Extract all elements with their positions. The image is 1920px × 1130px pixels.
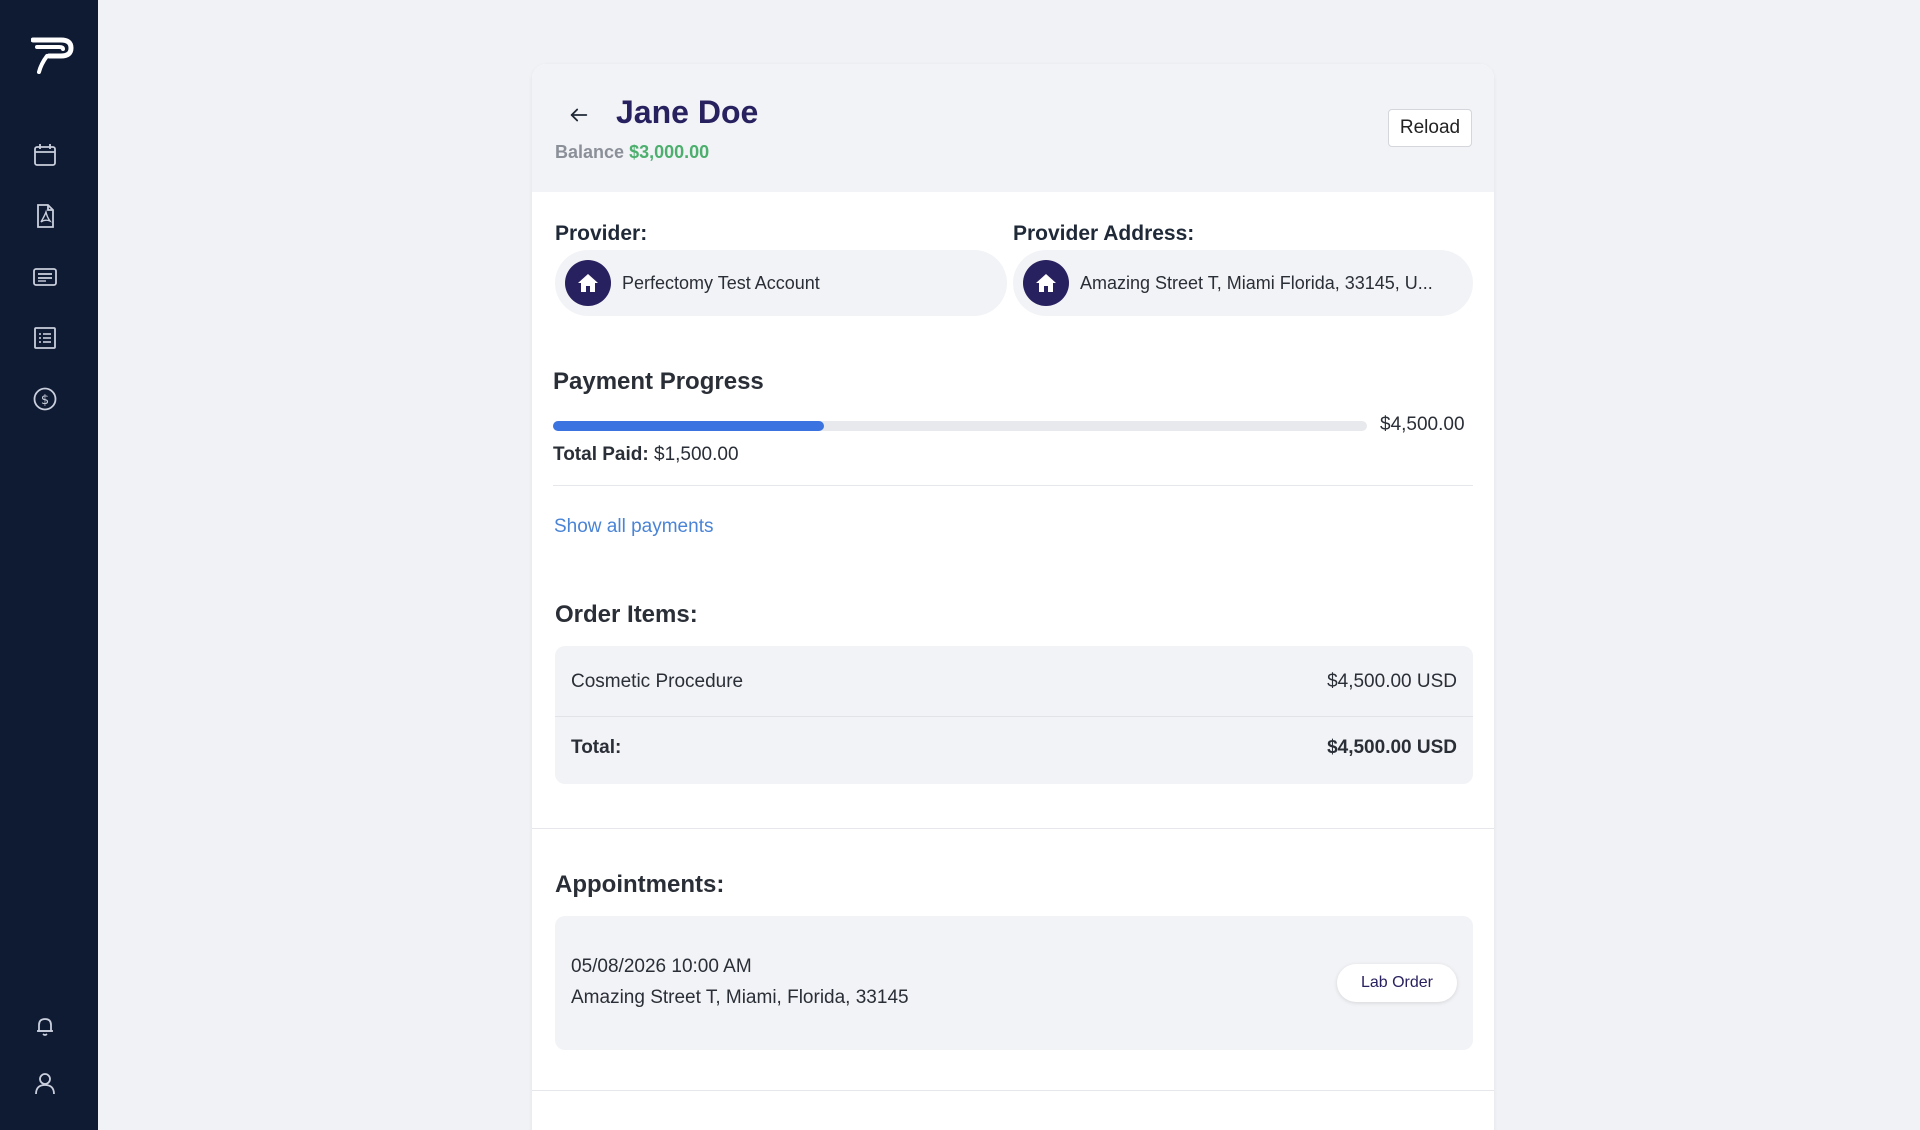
- payment-total-amount: $4,500.00: [1380, 414, 1465, 435]
- user-icon[interactable]: [30, 1068, 60, 1098]
- divider: [553, 485, 1473, 486]
- order-details-card: Jane Doe Balance $3,000.00 Reload Provid…: [532, 64, 1494, 1130]
- order-item-price: $4,500.00 USD: [1327, 671, 1457, 692]
- payment-progress-title: Payment Progress: [553, 368, 764, 395]
- provider-pill: Perfectomy Test Account: [555, 250, 1007, 316]
- appointments-title: Appointments:: [555, 871, 725, 898]
- payment-progress-fill: [553, 421, 825, 431]
- provider-name: Perfectomy Test Account: [622, 272, 820, 293]
- payment-progress-bar: [553, 421, 1367, 431]
- appointment-address: Amazing Street T, Miami, Florida, 33145: [571, 987, 909, 1008]
- order-item-row: Cosmetic Procedure $4,500.00 USD: [555, 648, 1473, 716]
- provider-address-label: Provider Address:: [1013, 222, 1195, 245]
- svg-text:$: $: [41, 393, 49, 408]
- order-total-row: Total: $4,500.00 USD: [555, 714, 1473, 782]
- reload-button[interactable]: Reload: [1388, 109, 1472, 147]
- order-total-value: $4,500.00 USD: [1327, 737, 1457, 758]
- sidebar: $: [0, 0, 98, 1130]
- pdf-document-icon[interactable]: [30, 201, 60, 231]
- calendar-icon[interactable]: [30, 140, 60, 170]
- balance-value: $3,000.00: [629, 142, 710, 162]
- provider-label: Provider:: [555, 222, 648, 245]
- total-paid-value: $1,500.00: [654, 444, 739, 465]
- home-icon: [1023, 260, 1069, 306]
- appointment-datetime: 05/08/2026 10:00 AM: [571, 956, 752, 977]
- total-paid-label: Total Paid:: [553, 444, 649, 465]
- appointment-item: 05/08/2026 10:00 AM Amazing Street T, Mi…: [555, 916, 1473, 1050]
- total-paid: Total Paid: $1,500.00: [553, 444, 739, 466]
- order-items-title: Order Items:: [555, 601, 698, 628]
- show-all-payments-link[interactable]: Show all payments: [554, 516, 713, 538]
- messages-icon[interactable]: [30, 262, 60, 292]
- back-arrow-icon[interactable]: [564, 100, 594, 130]
- dollar-icon[interactable]: $: [30, 384, 60, 414]
- lab-order-button[interactable]: Lab Order: [1337, 964, 1457, 1002]
- provider-address: Amazing Street T, Miami Florida, 33145, …: [1080, 272, 1433, 293]
- section-divider: [532, 828, 1494, 829]
- order-item-name: Cosmetic Procedure: [571, 671, 744, 692]
- section-divider: [532, 1090, 1494, 1091]
- home-icon: [565, 260, 611, 306]
- order-items-table: Cosmetic Procedure $4,500.00 USD Total: …: [555, 646, 1473, 784]
- app-logo[interactable]: [30, 34, 75, 74]
- card-header: Jane Doe Balance $3,000.00 Reload: [532, 64, 1494, 192]
- provider-address-pill: Amazing Street T, Miami Florida, 33145, …: [1013, 250, 1473, 316]
- bell-icon[interactable]: [30, 1011, 60, 1041]
- patient-name: Jane Doe: [616, 94, 759, 130]
- order-total-label: Total:: [571, 737, 622, 758]
- balance: Balance $3,000.00: [555, 142, 709, 163]
- list-icon[interactable]: [30, 323, 60, 353]
- balance-label: Balance: [555, 142, 625, 162]
